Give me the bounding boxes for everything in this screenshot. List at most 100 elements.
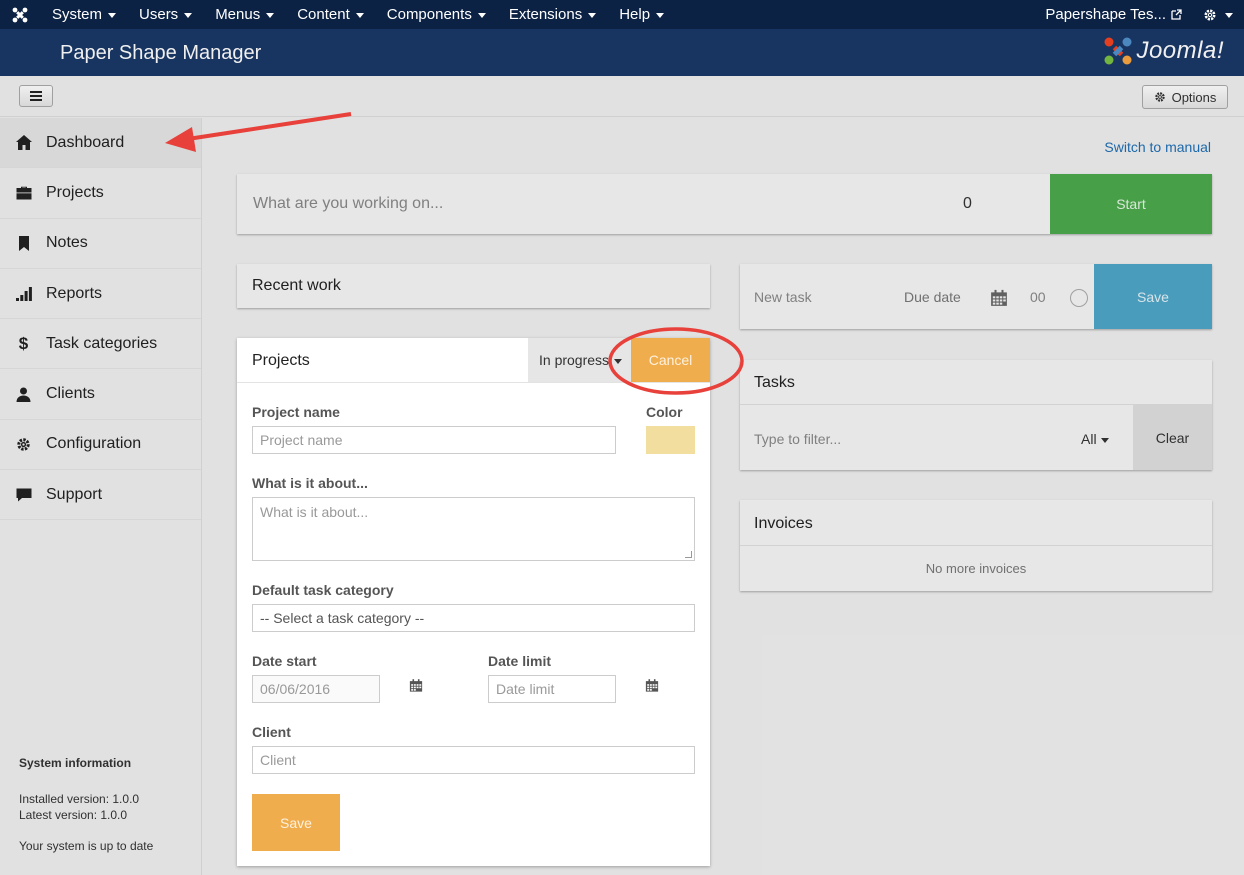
tasks-panel: Tasks Type to filter... All Clear <box>740 360 1212 470</box>
about-textarea[interactable]: What is it about... <box>252 497 695 561</box>
project-name-input[interactable]: Project name <box>252 426 616 454</box>
menu-label: Components <box>386 6 472 23</box>
site-name: Papershape Tes... <box>1045 6 1166 23</box>
menu-system[interactable]: System <box>40 6 127 23</box>
signal-icon <box>15 286 32 301</box>
sidebar-item-label: Reports <box>46 284 103 302</box>
menu-extensions[interactable]: Extensions <box>497 6 607 23</box>
joomla-logo: Joomla! <box>1102 35 1224 67</box>
cancel-button[interactable]: Cancel <box>631 338 710 382</box>
gear-icon <box>1204 9 1216 20</box>
sidebar-item-notes[interactable]: Notes <box>0 219 201 269</box>
briefcase-icon <box>15 186 32 200</box>
menu-content[interactable]: Content <box>285 6 375 23</box>
caret-down-icon <box>266 13 275 18</box>
sidebar-toggle-button[interactable] <box>19 85 53 107</box>
sidebar-item-label: Projects <box>46 183 104 201</box>
cog-icon <box>15 437 32 452</box>
caret-down-icon <box>355 13 364 18</box>
caret-down-icon <box>588 13 597 18</box>
date-start-input[interactable]: 06/06/2016 <box>252 675 380 703</box>
installed-version: Installed version: 1.0.0 <box>19 792 140 806</box>
brand-text: Joomla! <box>1136 37 1224 64</box>
menu-label: Content <box>297 6 350 23</box>
calendar-icon[interactable] <box>645 678 659 698</box>
date-limit-input[interactable]: Date limit <box>488 675 616 703</box>
new-task-save-button[interactable]: Save <box>1094 264 1212 329</box>
hours-input[interactable]: 00 <box>1030 289 1046 305</box>
sidebar-item-support[interactable]: Support <box>0 470 201 521</box>
caret-down-icon <box>1100 437 1109 443</box>
date-start-label: Date start <box>252 653 317 669</box>
sidebar-item-configuration[interactable]: Configuration <box>0 420 201 471</box>
user-settings-menu[interactable] <box>1192 0 1244 29</box>
about-label: What is it about... <box>252 475 368 491</box>
time-tracker-bar: What are you working on... 0 Start <box>237 174 1212 234</box>
sidebar-item-label: Dashboard <box>46 133 125 151</box>
resize-grip-icon[interactable] <box>685 551 692 558</box>
menu-components[interactable]: Components <box>375 6 497 23</box>
new-task-input[interactable]: New task <box>754 289 812 305</box>
status-value: In progress <box>539 352 610 368</box>
external-link-icon <box>1171 9 1182 20</box>
project-save-button[interactable]: Save <box>252 794 340 851</box>
caret-down-icon <box>184 13 193 18</box>
client-input[interactable]: Client <box>252 746 695 774</box>
task-filter-value: All <box>1081 431 1097 447</box>
caret-down-icon <box>1225 13 1233 18</box>
date-limit-label: Date limit <box>488 653 552 669</box>
options-button[interactable]: Options <box>1142 85 1228 109</box>
system-info-heading: System information <box>19 756 132 770</box>
menu-label: System <box>52 6 103 23</box>
task-filter-input[interactable]: Type to filter... <box>754 431 841 447</box>
color-label: Color <box>646 404 683 420</box>
joomla-logo-icon <box>1104 37 1132 65</box>
caret-down-icon <box>477 13 486 18</box>
menu-menus[interactable]: Menus <box>203 6 285 23</box>
sidebar-item-reports[interactable]: Reports <box>0 269 201 320</box>
recent-work-title: Recent work <box>252 277 341 294</box>
sidebar-item-projects[interactable]: Projects <box>0 168 201 219</box>
start-button[interactable]: Start <box>1050 174 1212 234</box>
default-category-label: Default task category <box>252 582 394 598</box>
menu-help[interactable]: Help <box>607 6 675 23</box>
project-name-label: Project name <box>252 404 340 420</box>
work-description-input[interactable]: What are you working on... <box>253 195 443 213</box>
joomla-menu-icon[interactable] <box>0 0 40 29</box>
task-filter-select[interactable]: All <box>1081 431 1109 447</box>
options-label: Options <box>1171 89 1217 105</box>
due-date-input[interactable]: Due date <box>904 289 961 305</box>
dollar-icon: $ <box>18 333 29 353</box>
status-dropdown[interactable]: In progress <box>528 338 631 382</box>
page-title: Paper Shape Manager <box>60 42 262 64</box>
page-header: Paper Shape Manager Joomla! <box>0 29 1244 76</box>
sidebar: Dashboard Projects Notes Reports $ Task … <box>0 118 202 875</box>
admin-menu: System Users Menus Content Components Ex… <box>40 6 675 23</box>
invoices-panel: Invoices No more invoices <box>740 500 1212 591</box>
menu-users[interactable]: Users <box>127 6 203 23</box>
sidebar-item-label: Support <box>46 485 103 503</box>
caret-down-icon <box>614 358 623 364</box>
sidebar-item-clients[interactable]: Clients <box>0 369 201 420</box>
home-icon <box>15 135 32 151</box>
sidebar-item-task-categories[interactable]: $ Task categories <box>0 319 201 370</box>
caret-down-icon <box>108 13 117 18</box>
sidebar-item-dashboard[interactable]: Dashboard <box>0 118 201 169</box>
site-link[interactable]: Papershape Tes... <box>1035 6 1192 23</box>
recent-work-panel: Recent work <box>237 264 710 308</box>
system-information: System information Installed version: 1.… <box>19 756 153 853</box>
clear-button[interactable]: Clear <box>1133 405 1212 470</box>
new-task-panel: New task Due date 00 Save <box>740 264 1212 329</box>
done-toggle[interactable] <box>1070 289 1088 307</box>
switch-to-manual-link[interactable]: Switch to manual <box>1104 139 1211 155</box>
menu-label: Menus <box>215 6 261 23</box>
project-form-title: Projects <box>252 352 310 369</box>
invoices-title: Invoices <box>754 515 813 532</box>
calendar-icon[interactable] <box>409 678 423 698</box>
admin-menu-bar: System Users Menus Content Components Ex… <box>0 0 1244 29</box>
task-category-select[interactable]: -- Select a task category -- <box>252 604 695 632</box>
user-icon <box>15 387 32 402</box>
sidebar-item-label: Configuration <box>46 435 142 453</box>
calendar-icon[interactable] <box>990 289 1008 312</box>
color-picker[interactable] <box>646 426 695 454</box>
